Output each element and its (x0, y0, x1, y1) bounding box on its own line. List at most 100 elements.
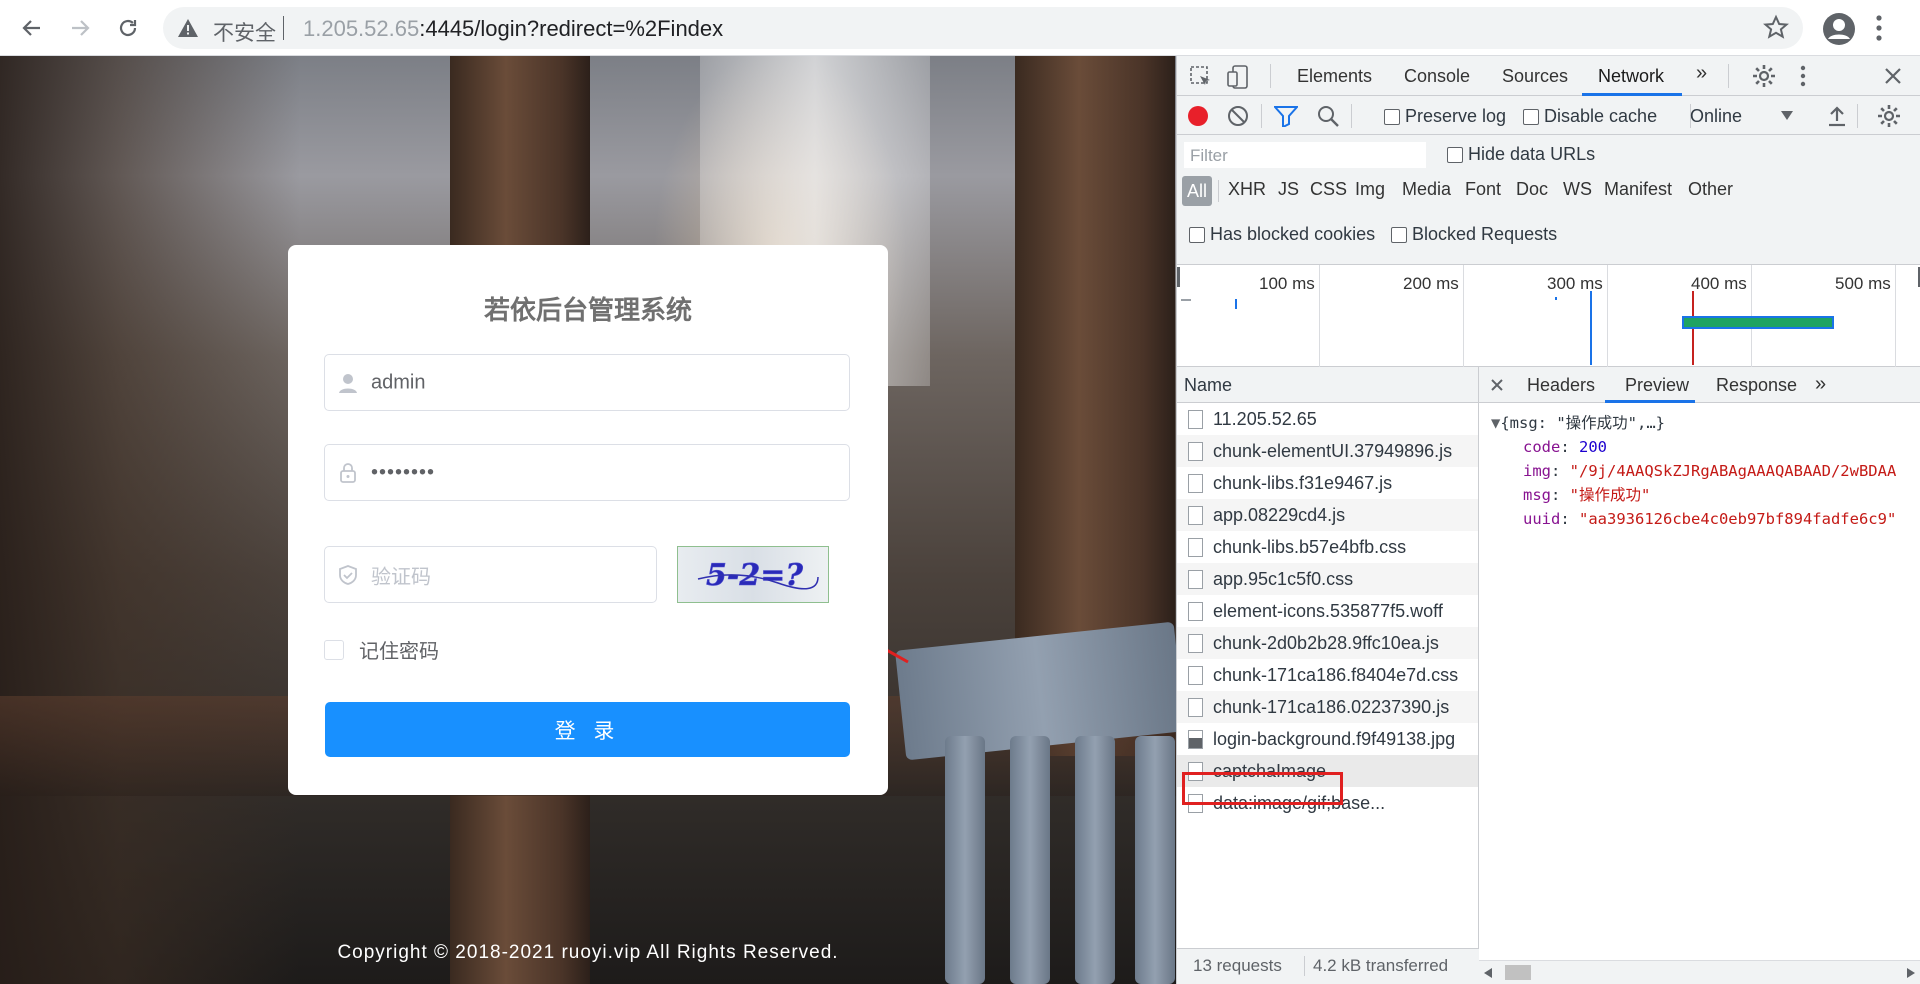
json-preview[interactable]: ▼{msg: "操作成功",…} code: 200 img: "/9j/4AA… (1491, 411, 1896, 531)
timeline-left-handle[interactable] (1177, 267, 1180, 287)
device-toolbar-icon[interactable] (1227, 64, 1251, 90)
back-arrow-icon (22, 20, 40, 36)
bookmark-star-icon[interactable] (1762, 14, 1790, 42)
type-filter-other[interactable]: Other (1688, 179, 1733, 200)
type-filter-xhr[interactable]: XHR (1228, 179, 1266, 200)
reload-button[interactable] (112, 12, 144, 44)
request-row[interactable]: login-background.f9f49138.jpg (1177, 723, 1478, 755)
profile-avatar-icon[interactable] (1822, 12, 1856, 46)
type-filter-all[interactable]: All (1182, 176, 1212, 206)
close-detail-icon[interactable] (1490, 378, 1504, 392)
request-row[interactable]: chunk-libs.f31e9467.js (1177, 467, 1478, 499)
json-value: 200 (1579, 438, 1607, 456)
devtools-menu-icon[interactable] (1798, 64, 1808, 88)
disable-cache-option[interactable]: Disable cache (1523, 106, 1657, 127)
tab-response[interactable]: Response (1716, 375, 1797, 396)
login-title: 若依后台管理系统 (483, 295, 692, 325)
captcha-field[interactable]: 验证码 (324, 546, 657, 603)
type-divider (1218, 180, 1219, 202)
image-file-icon (1188, 730, 1203, 749)
timeline-request-bar (1181, 299, 1191, 301)
record-icon[interactable] (1187, 105, 1209, 127)
type-filter-media[interactable]: Media (1402, 179, 1451, 200)
close-devtools-icon[interactable] (1883, 66, 1903, 86)
request-row[interactable]: chunk-2d0b2b28.9ffc10ea.js (1177, 627, 1478, 659)
type-filter-ws[interactable]: WS (1563, 179, 1592, 200)
search-icon[interactable] (1317, 105, 1339, 127)
horizontal-scrollbar[interactable] (1479, 960, 1920, 984)
login-button[interactable]: 登 录 (325, 702, 850, 757)
url-text: 1.205.52.65:4445/login?redirect=%2Findex (303, 16, 723, 42)
timeline-label: 500 ms (1835, 274, 1891, 293)
preserve-log-checkbox[interactable] (1384, 109, 1400, 126)
forward-button[interactable] (64, 12, 96, 44)
request-detail-panel: Headers Preview Response » ▼{msg: "操作成功"… (1479, 367, 1920, 984)
type-filter-doc[interactable]: Doc (1516, 179, 1548, 200)
tab-network[interactable]: Network (1598, 66, 1664, 87)
request-row[interactable]: app.08229cd4.js (1177, 499, 1478, 531)
captcha-image[interactable]: 5-2=? (677, 546, 829, 603)
filter-input[interactable]: Filter (1183, 141, 1427, 169)
settings-gear-icon[interactable] (1752, 64, 1776, 88)
throttle-select[interactable]: Online (1690, 106, 1742, 127)
blocked-requests-checkbox[interactable] (1391, 227, 1407, 244)
json-key: img (1523, 462, 1551, 480)
script-file-icon (1188, 442, 1203, 461)
has-blocked-cookies-checkbox[interactable] (1189, 227, 1205, 244)
hide-data-urls-checkbox[interactable] (1447, 147, 1463, 164)
disable-cache-checkbox[interactable] (1523, 109, 1539, 126)
request-row[interactable]: 11.205.52.65 (1177, 403, 1478, 435)
preserve-log-label: Preserve log (1405, 106, 1507, 126)
type-filter-js[interactable]: JS (1278, 179, 1299, 200)
lock-icon (340, 462, 356, 483)
has-blocked-cookies-option[interactable]: Has blocked cookies (1189, 224, 1375, 245)
address-bar[interactable]: 不安全 1.205.52.65:4445/login?redirect=%2Fi… (163, 7, 1803, 49)
blocked-requests-option[interactable]: Blocked Requests (1391, 224, 1557, 245)
password-field[interactable]: •••••••• (324, 444, 850, 501)
import-har-icon[interactable] (1827, 105, 1847, 127)
clear-icon[interactable] (1227, 105, 1249, 127)
request-row[interactable]: chunk-libs.b57e4bfb.css (1177, 531, 1478, 563)
json-root-line[interactable]: ▼{msg: "操作成功",…} (1491, 411, 1896, 435)
expand-triangle-icon[interactable]: ▼ (1491, 414, 1500, 432)
back-button[interactable] (16, 12, 48, 44)
username-value: admin (371, 371, 426, 393)
request-row[interactable]: chunk-elementUI.37949896.js (1177, 435, 1478, 467)
tab-headers[interactable]: Headers (1527, 375, 1595, 396)
request-row[interactable]: chunk-171ca186.02237390.js (1177, 691, 1478, 723)
network-overview-timeline[interactable]: 100 ms 200 ms 300 ms 400 ms 500 ms (1177, 265, 1920, 367)
remember-password[interactable]: 记住密码 (324, 635, 439, 664)
name-column-header[interactable]: Name (1177, 367, 1478, 403)
tab-console[interactable]: Console (1404, 66, 1470, 87)
scroll-left-icon[interactable] (1484, 968, 1492, 978)
json-value: "aa3936126cbe4c0eb97bf894fadfe6c9" (1579, 510, 1897, 528)
browser-menu-icon[interactable] (1873, 14, 1885, 42)
tab-preview[interactable]: Preview (1625, 375, 1689, 396)
remember-checkbox[interactable] (324, 639, 344, 660)
type-filter-css[interactable]: CSS (1310, 179, 1347, 200)
scroll-right-icon[interactable] (1907, 968, 1915, 978)
hide-data-urls-option[interactable]: Hide data URLs (1447, 144, 1595, 165)
captcha-drawing: 5-2=? (697, 558, 819, 593)
more-tabs-icon[interactable]: » (1696, 62, 1707, 85)
tab-elements[interactable]: Elements (1297, 66, 1372, 87)
username-field[interactable]: admin (324, 354, 850, 411)
dom-content-loaded-marker (1590, 291, 1592, 365)
type-filter-img[interactable]: Img (1355, 179, 1385, 200)
type-filter-font[interactable]: Font (1465, 179, 1501, 200)
filter-funnel-icon[interactable] (1274, 105, 1298, 127)
request-row[interactable]: app.95c1c5f0.css (1177, 563, 1478, 595)
request-row[interactable]: chunk-171ca186.f8404e7d.css (1177, 659, 1478, 691)
tab-sources[interactable]: Sources (1502, 66, 1568, 87)
scrollbar-thumb[interactable] (1505, 965, 1531, 980)
type-filter-manifest[interactable]: Manifest (1604, 179, 1672, 200)
password-value: •••••••• (371, 461, 436, 483)
more-detail-tabs-icon[interactable]: » (1815, 373, 1826, 396)
toolbar-divider (1261, 104, 1262, 128)
preserve-log-option[interactable]: Preserve log (1384, 106, 1506, 127)
request-name: chunk-171ca186.f8404e7d.css (1213, 665, 1459, 685)
request-row[interactable]: element-icons.535877f5.woff (1177, 595, 1478, 627)
timeline-request-bar (1235, 299, 1237, 309)
inspect-element-icon[interactable] (1189, 65, 1213, 89)
network-settings-icon[interactable] (1877, 104, 1901, 128)
